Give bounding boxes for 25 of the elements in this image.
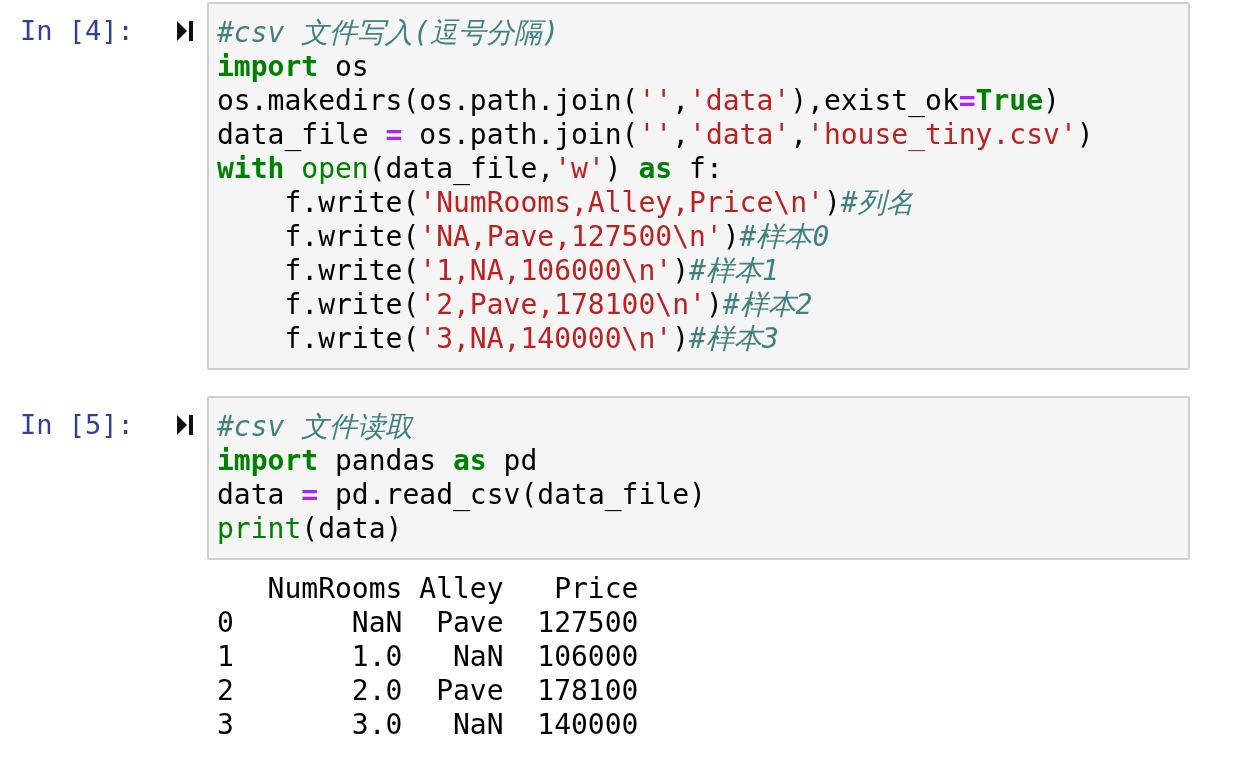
- cell-prompt: In [5]:: [19, 408, 135, 442]
- output-line: 0 NaN Pave 127500: [217, 606, 639, 640]
- code-line: f.write('NA,Pave,127500\n')#样本0: [283, 220, 830, 254]
- code-line: #csv 文件读取: [217, 410, 414, 444]
- run-icon[interactable]: [176, 20, 194, 42]
- code-line: data_file = os.path.join('','data','house_tiny.csv'): [217, 118, 1094, 152]
- code-input[interactable]: [207, 2, 1190, 370]
- output-line: NumRooms Alley Price: [266, 572, 639, 606]
- output-line: 2 2.0 Pave 178100: [217, 674, 639, 708]
- output-line: 1 1.0 NaN 106000: [217, 640, 639, 674]
- cell-prompt: In [4]:: [19, 14, 135, 48]
- code-line: #csv 文件写入(逗号分隔): [217, 16, 559, 50]
- code-line: print(data): [217, 512, 403, 546]
- code-input[interactable]: #csv 文件读取 import pandas as pd data = pd.read_csv(data_file) print(data): [207, 396, 1190, 560]
- code-line: f.write('2,Pave,178100\n')#样本2: [283, 288, 813, 322]
- run-icon[interactable]: [176, 414, 194, 436]
- code-line: with open(data_file,'w') as f:: [217, 152, 723, 186]
- code-line: f.write('NumRooms,Alley,Price\n')#列名: [283, 186, 914, 220]
- code-line: data = pd.read_csv(data_file): [217, 478, 706, 512]
- code-line: f.write('3,NA,140000\n')#样本3: [283, 322, 779, 356]
- code-line: f.write('1,NA,106000\n')#样本1: [283, 254, 779, 288]
- output-line: 3 3.0 NaN 140000: [217, 708, 639, 742]
- code-line: import os: [217, 50, 369, 84]
- code-line: import pandas as pd: [217, 444, 538, 478]
- code-line: os.makedirs(os.path.join('','data'),exist_ok=True): [217, 84, 1060, 118]
